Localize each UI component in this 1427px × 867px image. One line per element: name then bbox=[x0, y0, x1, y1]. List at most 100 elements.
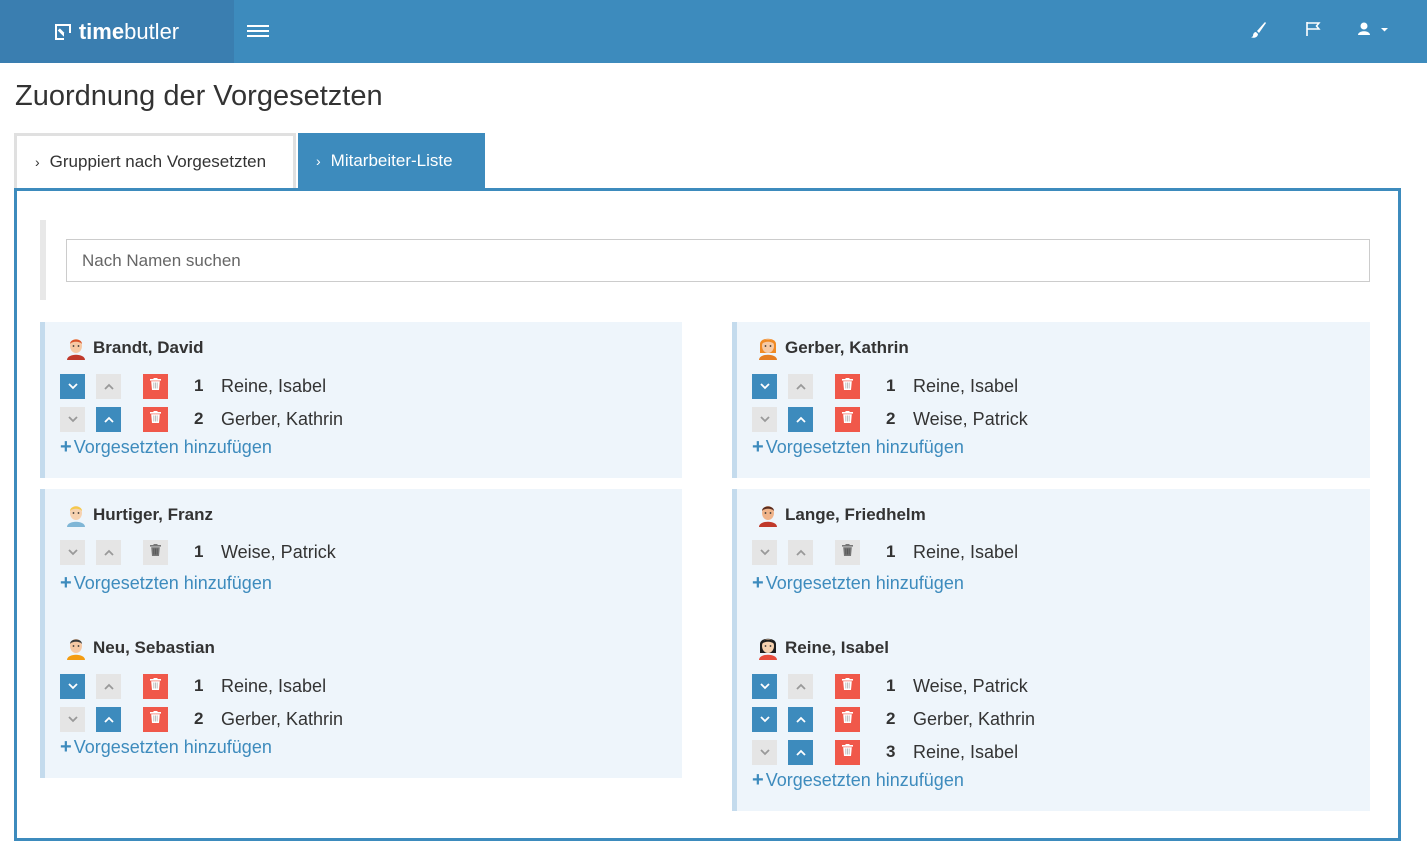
add-supervisor-link[interactable]: + Vorgesetzten hinzufügen bbox=[60, 436, 272, 459]
trash-icon bbox=[150, 410, 161, 428]
move-up-button[interactable] bbox=[96, 406, 121, 432]
user-menu-icon[interactable] bbox=[1358, 21, 1388, 37]
delete-button[interactable] bbox=[143, 406, 168, 432]
add-supervisor-link[interactable]: + Vorgesetzten hinzufügen bbox=[752, 572, 964, 595]
supervisor-name: Reine, Isabel bbox=[221, 675, 327, 696]
chevron-down-icon bbox=[67, 410, 78, 428]
employee-card: Brandt, David 1 Reine, Isabel 2 Gerber, … bbox=[40, 322, 682, 478]
add-supervisor-link[interactable]: + Vorgesetzten hinzufügen bbox=[60, 736, 272, 759]
chevron-up-icon bbox=[795, 543, 806, 561]
search-input[interactable] bbox=[66, 239, 1370, 282]
supervisor-row: 1 Reine, Isabel bbox=[752, 373, 1018, 399]
brand-logo[interactable]: time butler bbox=[0, 0, 234, 63]
move-down-button[interactable] bbox=[60, 373, 85, 399]
employee-name: Lange, Friedhelm bbox=[757, 503, 926, 527]
add-supervisor-link[interactable]: + Vorgesetzten hinzufügen bbox=[60, 572, 272, 595]
move-down-button[interactable] bbox=[752, 739, 777, 765]
delete-button[interactable] bbox=[143, 673, 168, 699]
logo-icon bbox=[54, 23, 72, 41]
supervisor-rank: 2 bbox=[194, 709, 204, 728]
brush-icon[interactable] bbox=[1251, 21, 1267, 39]
chevron-down-icon bbox=[759, 710, 770, 728]
move-down-button[interactable] bbox=[60, 706, 85, 732]
move-up-button[interactable] bbox=[788, 539, 813, 565]
flag-icon[interactable] bbox=[1306, 21, 1321, 37]
delete-button[interactable] bbox=[143, 373, 168, 399]
employee-card: Lange, Friedhelm 1 Reine, Isabel + Vorge… bbox=[732, 489, 1370, 622]
move-down-button[interactable] bbox=[752, 539, 777, 565]
supervisor-name: Reine, Isabel bbox=[913, 741, 1019, 762]
delete-button[interactable] bbox=[835, 739, 860, 765]
female-orangehair-avatar bbox=[757, 336, 785, 360]
move-down-button[interactable] bbox=[752, 373, 777, 399]
delete-button[interactable] bbox=[835, 373, 860, 399]
menu-toggle-icon[interactable] bbox=[247, 22, 269, 40]
add-supervisor-label: Vorgesetzten hinzufügen bbox=[765, 770, 964, 790]
chevron-up-icon bbox=[103, 543, 114, 561]
move-up-button[interactable] bbox=[96, 673, 121, 699]
add-supervisor-link[interactable]: + Vorgesetzten hinzufügen bbox=[752, 769, 964, 792]
employee-name: Hurtiger, Franz bbox=[65, 503, 213, 527]
chevron-down-icon bbox=[67, 377, 78, 395]
male-blondhair-avatar bbox=[65, 503, 93, 527]
chevron-down-icon bbox=[759, 543, 770, 561]
employee-name-label: Reine, Isabel bbox=[785, 638, 889, 657]
move-down-button[interactable] bbox=[752, 706, 777, 732]
supervisor-rank: 1 bbox=[194, 376, 204, 395]
tab-employee-list[interactable]: › Mitarbeiter-Liste bbox=[298, 133, 485, 188]
employee-card: Neu, Sebastian 1 Reine, Isabel 2 Gerber,… bbox=[40, 622, 682, 778]
move-up-button[interactable] bbox=[788, 706, 813, 732]
chevron-down-icon bbox=[67, 677, 78, 695]
employee-card: Gerber, Kathrin 1 Reine, Isabel 2 Weise,… bbox=[732, 322, 1370, 478]
add-supervisor-label: Vorgesetzten hinzufügen bbox=[73, 437, 272, 457]
page-title: Zuordnung der Vorgesetzten bbox=[15, 80, 383, 112]
delete-button[interactable] bbox=[835, 539, 860, 565]
plus-icon: + bbox=[60, 436, 72, 458]
supervisor-row: 1 Weise, Patrick bbox=[60, 539, 336, 565]
add-supervisor-link[interactable]: + Vorgesetzten hinzufügen bbox=[752, 436, 964, 459]
supervisor-rank: 2 bbox=[886, 409, 896, 428]
supervisor-row: 2 Weise, Patrick bbox=[752, 406, 1028, 432]
female-blackhair-avatar bbox=[757, 636, 785, 660]
delete-button[interactable] bbox=[835, 406, 860, 432]
chevron-down-icon bbox=[759, 743, 770, 761]
trash-icon bbox=[842, 710, 853, 728]
delete-button[interactable] bbox=[143, 539, 168, 565]
move-up-button[interactable] bbox=[96, 539, 121, 565]
supervisor-row: 1 Reine, Isabel bbox=[752, 539, 1018, 565]
supervisor-name: Weise, Patrick bbox=[221, 541, 336, 562]
supervisor-rank: 1 bbox=[886, 676, 896, 695]
brand-name-light: butler bbox=[124, 18, 180, 44]
chevron-right-icon: › bbox=[316, 152, 321, 169]
move-up-button[interactable] bbox=[788, 673, 813, 699]
employee-name-label: Brandt, David bbox=[93, 338, 204, 357]
top-navbar: time butler bbox=[0, 0, 1427, 63]
move-down-button[interactable] bbox=[60, 539, 85, 565]
tab-grouped-by-supervisor[interactable]: › Gruppiert nach Vorgesetzten bbox=[14, 133, 296, 188]
move-up-button[interactable] bbox=[788, 739, 813, 765]
employee-name-label: Hurtiger, Franz bbox=[93, 505, 213, 524]
chevron-up-icon bbox=[103, 377, 114, 395]
move-down-button[interactable] bbox=[60, 406, 85, 432]
supervisor-name: Gerber, Kathrin bbox=[221, 408, 344, 429]
move-up-button[interactable] bbox=[788, 373, 813, 399]
chevron-down-icon bbox=[759, 410, 770, 428]
move-up-button[interactable] bbox=[788, 406, 813, 432]
delete-button[interactable] bbox=[143, 706, 168, 732]
male-beard-avatar bbox=[757, 503, 785, 527]
supervisor-row: 3 Reine, Isabel bbox=[752, 739, 1018, 765]
move-down-button[interactable] bbox=[752, 406, 777, 432]
trash-icon bbox=[842, 677, 853, 695]
add-supervisor-label: Vorgesetzten hinzufügen bbox=[73, 737, 272, 757]
move-up-button[interactable] bbox=[96, 373, 121, 399]
add-supervisor-label: Vorgesetzten hinzufügen bbox=[765, 437, 964, 457]
chevron-right-icon: › bbox=[35, 154, 40, 170]
move-down-button[interactable] bbox=[60, 673, 85, 699]
delete-button[interactable] bbox=[835, 673, 860, 699]
plus-icon: + bbox=[752, 572, 764, 594]
supervisor-name: Gerber, Kathrin bbox=[913, 708, 1036, 729]
move-down-button[interactable] bbox=[752, 673, 777, 699]
move-up-button[interactable] bbox=[96, 706, 121, 732]
chevron-up-icon bbox=[103, 677, 114, 695]
delete-button[interactable] bbox=[835, 706, 860, 732]
